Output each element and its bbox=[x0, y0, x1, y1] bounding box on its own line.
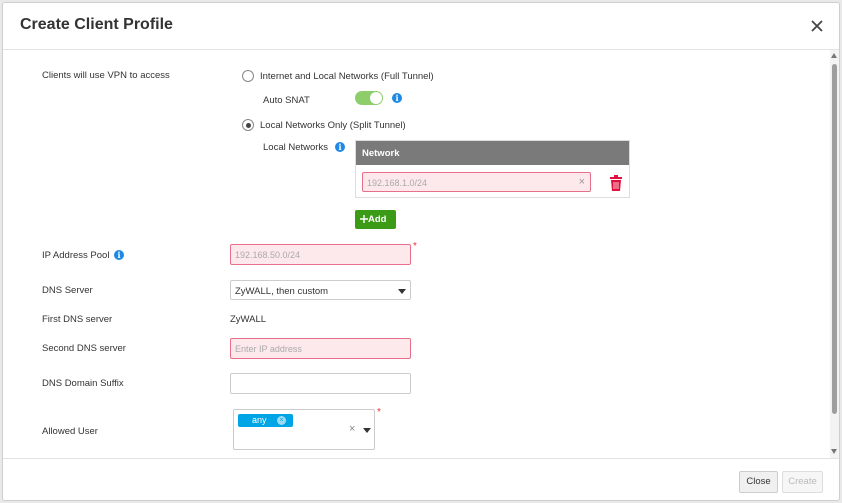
ip-pool-input[interactable]: 192.168.50.0/24 bbox=[230, 244, 411, 265]
auto-snat-info-icon[interactable]: i bbox=[392, 93, 402, 103]
dns-server-select[interactable]: ZyWALL, then custom bbox=[230, 280, 411, 300]
allowed-user-label: Allowed User bbox=[42, 426, 98, 437]
chevron-down-icon[interactable] bbox=[363, 428, 371, 433]
auto-snat-toggle[interactable] bbox=[355, 91, 383, 105]
dns-suffix-label: DNS Domain Suffix bbox=[42, 378, 124, 389]
full-tunnel-label: Internet and Local Networks (Full Tunnel… bbox=[260, 71, 434, 82]
full-tunnel-radio[interactable] bbox=[242, 70, 254, 82]
first-dns-value: ZyWALL bbox=[230, 314, 267, 325]
ip-pool-label: IP Address Pool bbox=[42, 250, 110, 261]
auto-snat-label: Auto SNAT bbox=[263, 95, 310, 106]
ip-pool-info-icon[interactable]: i bbox=[114, 250, 124, 260]
local-networks-label: Local Networks bbox=[263, 142, 328, 153]
dns-suffix-input[interactable] bbox=[230, 373, 411, 394]
user-tag-label: any bbox=[252, 415, 267, 425]
network-table-header: Network bbox=[356, 141, 629, 165]
remove-tag-icon[interactable]: × bbox=[277, 416, 286, 425]
clear-icon[interactable]: × bbox=[579, 176, 585, 188]
required-asterisk: * bbox=[377, 407, 381, 418]
network-input-placeholder: 192.168.1.0/24 bbox=[367, 178, 428, 188]
user-tag-any[interactable]: any × bbox=[238, 414, 293, 427]
dialog-footer: Close Create bbox=[3, 458, 839, 501]
second-dns-input[interactable]: Enter IP address bbox=[230, 338, 411, 359]
add-network-button[interactable]: Add bbox=[355, 210, 396, 229]
required-asterisk: * bbox=[413, 241, 417, 252]
create-client-profile-dialog: Create Client Profile Clients will use V… bbox=[2, 2, 840, 501]
scrollbar-thumb[interactable] bbox=[832, 64, 837, 414]
trash-icon[interactable] bbox=[609, 175, 623, 191]
plus-icon bbox=[360, 215, 368, 223]
dialog-header: Create Client Profile bbox=[3, 3, 839, 50]
clear-icon[interactable]: × bbox=[349, 423, 355, 435]
close-icon[interactable] bbox=[806, 15, 828, 37]
chevron-down-icon bbox=[398, 289, 406, 294]
split-tunnel-radio[interactable] bbox=[242, 119, 254, 131]
scroll-up-icon[interactable] bbox=[831, 53, 837, 58]
add-button-label: Add bbox=[368, 214, 387, 225]
network-table: Network 192.168.1.0/24 × bbox=[355, 140, 630, 198]
network-input[interactable]: 192.168.1.0/24 × bbox=[362, 172, 591, 192]
vpn-access-label: Clients will use VPN to access bbox=[42, 70, 170, 81]
allowed-user-select[interactable]: any × × bbox=[233, 409, 375, 450]
second-dns-label: Second DNS server bbox=[42, 343, 126, 354]
dns-server-value: ZyWALL, then custom bbox=[235, 286, 329, 297]
vertical-scrollbar[interactable] bbox=[830, 50, 839, 458]
scroll-down-icon[interactable] bbox=[831, 449, 837, 454]
dialog-body: Clients will use VPN to access Internet … bbox=[3, 50, 839, 458]
split-tunnel-label: Local Networks Only (Split Tunnel) bbox=[260, 120, 406, 131]
ip-pool-placeholder: 192.168.50.0/24 bbox=[235, 250, 301, 260]
network-column-header: Network bbox=[362, 148, 400, 159]
second-dns-placeholder: Enter IP address bbox=[235, 344, 302, 354]
first-dns-label: First DNS server bbox=[42, 314, 113, 325]
toggle-knob bbox=[370, 92, 382, 104]
close-button[interactable]: Close bbox=[739, 471, 778, 493]
dialog-title: Create Client Profile bbox=[20, 16, 173, 33]
dns-server-label: DNS Server bbox=[42, 285, 93, 296]
create-button[interactable]: Create bbox=[782, 471, 823, 493]
local-networks-info-icon[interactable]: i bbox=[335, 142, 345, 152]
